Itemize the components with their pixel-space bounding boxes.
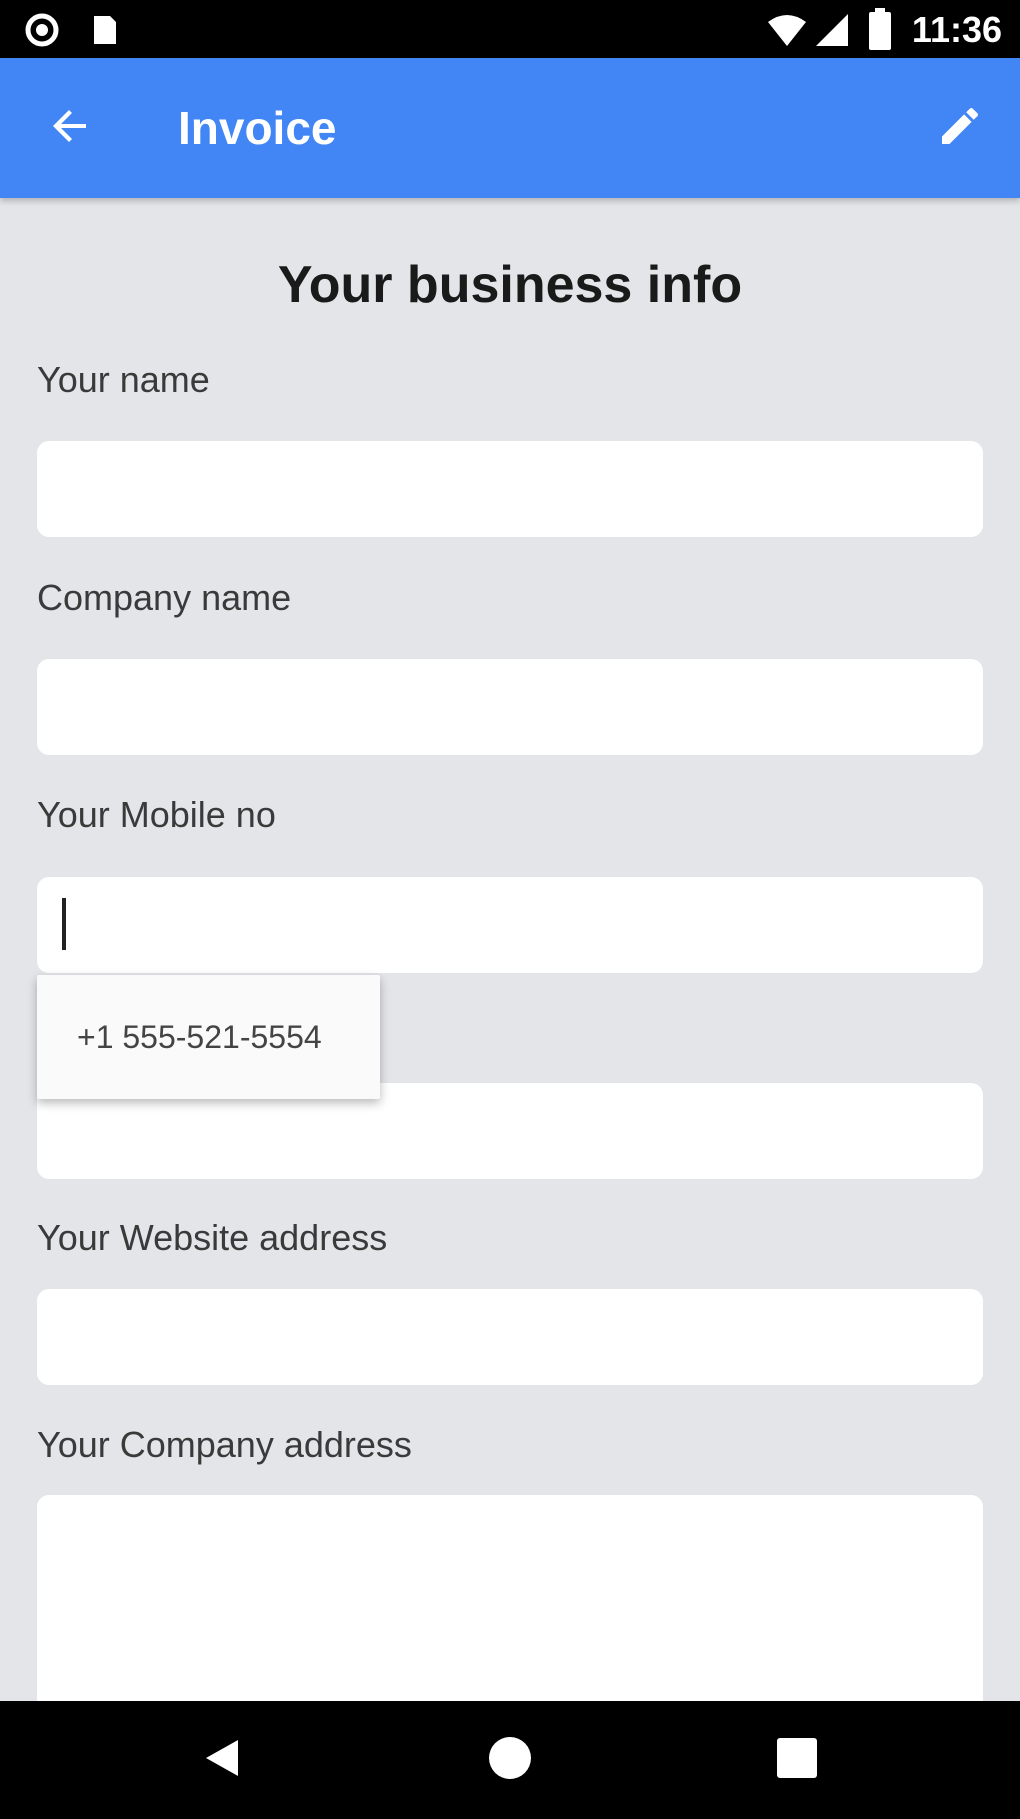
home-circle-icon — [488, 1736, 532, 1785]
status-bar: 11:36 — [0, 0, 1020, 58]
pencil-icon — [936, 102, 984, 155]
system-nav-bar — [0, 1701, 1020, 1819]
status-time: 11:36 — [911, 9, 1002, 50]
app-bar: Invoice — [0, 58, 1020, 198]
text-cursor — [62, 898, 66, 950]
back-triangle-icon — [200, 1736, 244, 1785]
back-button[interactable] — [30, 88, 110, 168]
nav-back-button[interactable] — [182, 1720, 262, 1800]
arrow-back-icon — [46, 102, 94, 155]
sim-card-icon — [86, 12, 122, 48]
autofill-suggestion[interactable]: +1 555-521-5554 — [37, 975, 380, 1099]
website-address-label: Your Website address — [37, 1217, 388, 1258]
your-name-input[interactable] — [37, 441, 983, 537]
battery-icon — [868, 8, 892, 50]
website-address-input[interactable] — [37, 1289, 983, 1385]
company-address-label: Your Company address — [37, 1424, 412, 1465]
record-icon — [24, 12, 60, 48]
app-title: Invoice — [178, 102, 337, 154]
mobile-no-label: Your Mobile no — [37, 794, 276, 835]
edit-button[interactable] — [920, 88, 1000, 168]
company-name-label: Company name — [37, 577, 292, 618]
autofill-phone-number: +1 555-521-5554 — [77, 1019, 322, 1055]
wifi-icon — [766, 12, 808, 48]
recents-square-icon — [775, 1736, 819, 1785]
mobile-no-input[interactable] — [37, 877, 983, 973]
your-name-label: Your name — [37, 359, 210, 400]
signal-icon — [814, 12, 850, 48]
nav-recents-button[interactable] — [757, 1720, 837, 1800]
form-content: Your business info Your name Company nam… — [0, 198, 1020, 1701]
company-name-input[interactable] — [37, 659, 983, 755]
section-title: Your business info — [277, 256, 743, 314]
company-address-input[interactable] — [37, 1495, 983, 1701]
nav-home-button[interactable] — [470, 1720, 550, 1800]
